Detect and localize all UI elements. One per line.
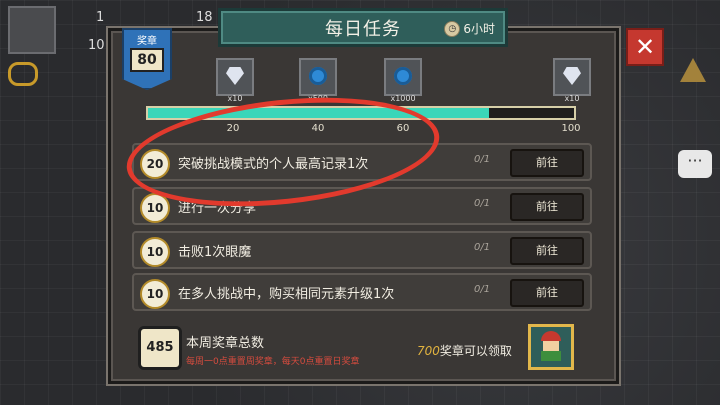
task-progress: 0/1	[474, 284, 491, 295]
reward-chest-2[interactable]: x500	[299, 58, 337, 103]
body-icon	[541, 351, 561, 361]
task-row: 10 击败1次眼魔 0/1 前往	[132, 231, 592, 269]
timer-text: 6小时	[463, 22, 495, 36]
go-button[interactable]: 前往	[510, 237, 584, 265]
diamond-icon	[563, 67, 581, 85]
hud-stat-2: 18	[196, 10, 213, 25]
claim-amount: 700	[417, 344, 440, 358]
warning-icon	[680, 58, 706, 82]
go-button[interactable]: 前往	[510, 149, 584, 177]
claim-text: 700奖章可以领取	[417, 342, 512, 359]
task-progress: 0/1	[474, 154, 491, 165]
badge-value: 80	[130, 48, 164, 72]
claim-label: 奖章可以领取	[439, 344, 512, 358]
reward-chest-3[interactable]: x1000	[384, 58, 422, 103]
blue-gem-icon	[394, 67, 412, 85]
weekly-total: 485	[138, 326, 182, 370]
title-bar: 每日任务 ◷ 6小时	[218, 8, 508, 47]
task-description: 在多人挑战中，购买相同元素升级1次	[178, 287, 395, 302]
reset-timer: ◷ 6小时	[444, 20, 495, 37]
task-row: 10 在多人挑战中，购买相同元素升级1次 0/1 前往	[132, 273, 592, 311]
go-button[interactable]: 前往	[510, 279, 584, 307]
hud-stat-1: 1	[96, 10, 105, 25]
reset-note: 每周一0点重置周奖章，每天0点重置日奖章	[186, 357, 360, 367]
weekly-summary: 485 本周奖章总数 每周一0点重置周奖章，每天0点重置日奖章 700奖章可以领…	[132, 320, 588, 372]
reward-qty: x10	[564, 94, 580, 103]
close-icon[interactable]: ✕	[626, 28, 664, 66]
blue-gem-icon	[309, 67, 327, 85]
hud-stat-3: 10	[88, 38, 105, 53]
medal-badge: 奖章 80	[122, 28, 172, 90]
hat-icon	[541, 331, 561, 341]
reward-chest-4[interactable]: x10	[553, 58, 591, 103]
task-description: 击败1次眼魔	[178, 245, 252, 260]
go-button[interactable]: 前往	[510, 193, 584, 221]
task-progress: 0/1	[474, 242, 491, 253]
face-icon	[543, 341, 559, 351]
weekly-title: 本周奖章总数	[186, 336, 265, 351]
diamond-icon	[226, 67, 244, 85]
badge-label: 奖章	[137, 36, 157, 47]
chat-icon[interactable]: ···	[678, 150, 712, 178]
reward-qty: x1000	[390, 94, 416, 103]
reward-chest-1[interactable]: x10	[216, 58, 254, 103]
task-points: 10	[140, 237, 170, 267]
task-progress: 0/1	[474, 198, 491, 209]
reward-qty: x10	[227, 94, 243, 103]
clock-icon: ◷	[444, 20, 461, 37]
milestone-label: 100	[561, 123, 581, 134]
task-points: 10	[140, 279, 170, 309]
weekly-reward-icon[interactable]	[528, 324, 574, 370]
player-portrait[interactable]	[8, 6, 56, 54]
ring-icon	[8, 62, 38, 86]
